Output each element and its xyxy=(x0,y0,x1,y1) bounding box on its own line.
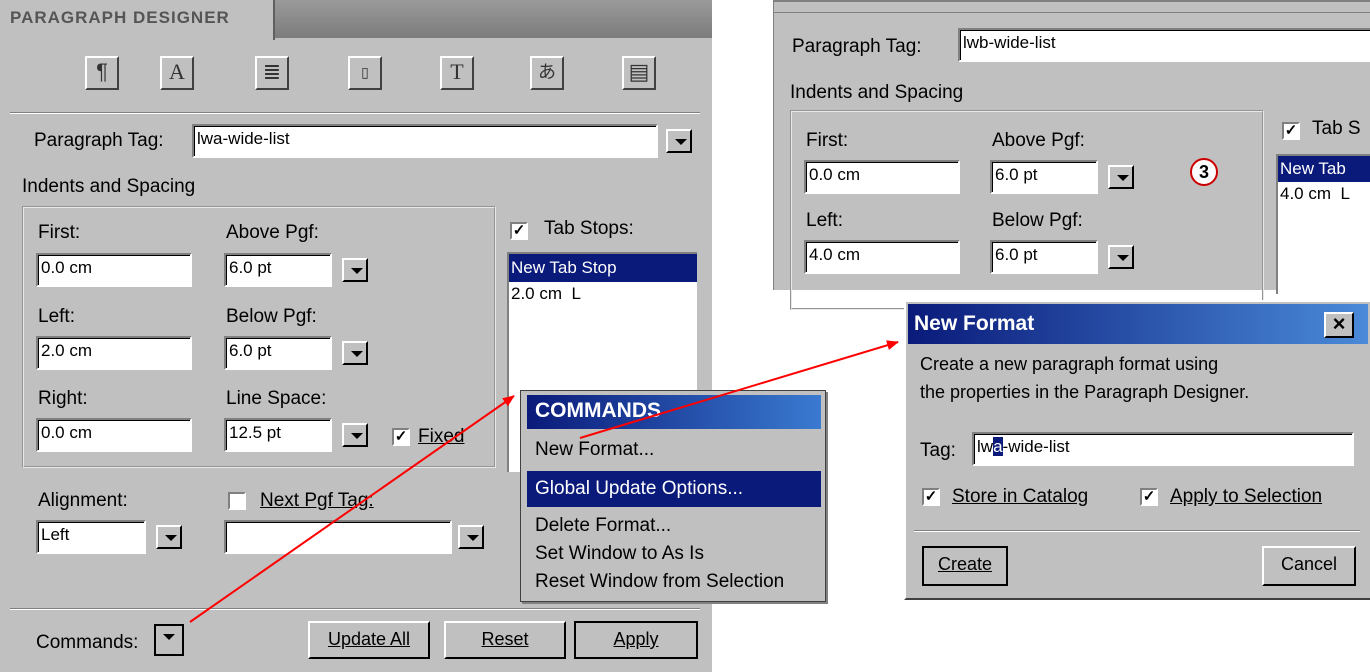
arrow-menu-to-dialog xyxy=(579,340,899,439)
callout-arrows xyxy=(189,340,899,623)
arrow-commands-to-menu xyxy=(189,395,515,623)
